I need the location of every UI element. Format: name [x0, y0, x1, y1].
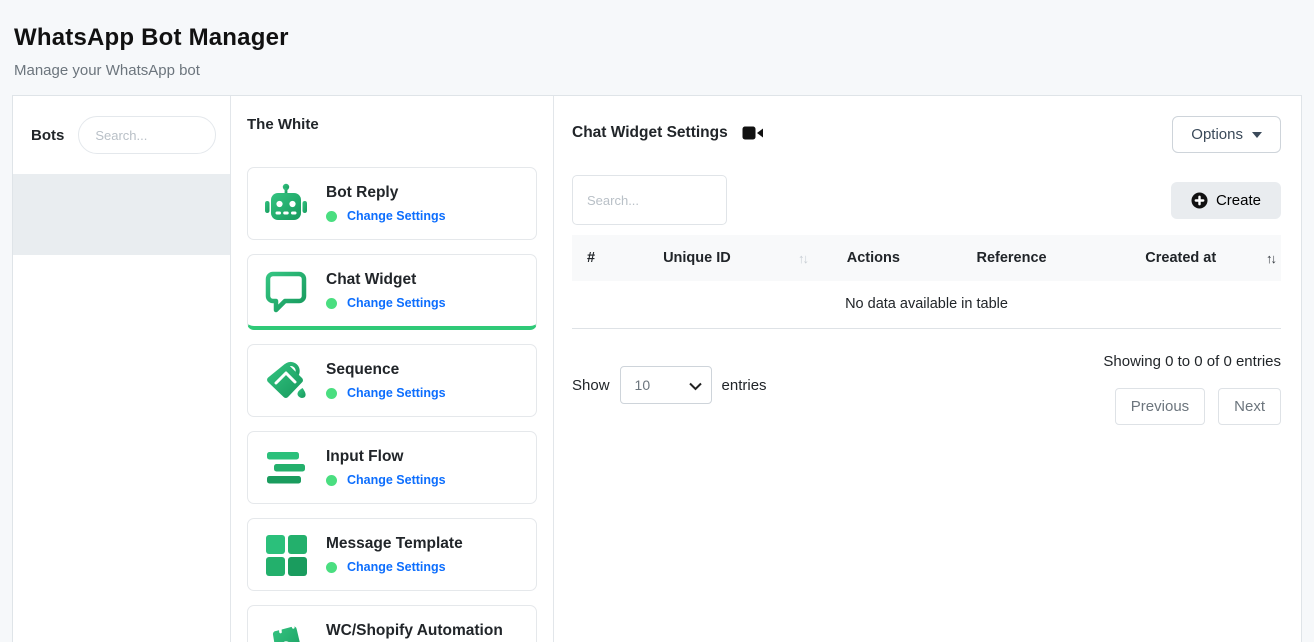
column-header-reference[interactable]: Reference [934, 250, 1090, 266]
table-header-row: # Unique ID ↑↓ Actions Reference Created… [572, 235, 1281, 281]
options-button-label: Options [1191, 126, 1243, 143]
sort-icon[interactable]: ↑↓ [798, 251, 807, 266]
status-dot-icon [326, 562, 337, 573]
menu-card-bot-reply[interactable]: Bot Reply Change Settings [247, 167, 537, 240]
menu-card-title: Bot Reply [326, 184, 446, 202]
change-settings-link[interactable]: Change Settings [347, 209, 446, 223]
robot-icon [262, 180, 310, 228]
status-dot-icon [326, 298, 337, 309]
menu-card-chat-widget[interactable]: Chat Widget Change Settings [247, 254, 537, 330]
change-settings-link[interactable]: Change Settings [347, 296, 446, 310]
menu-card-title: Input Flow [326, 448, 446, 466]
status-dot-icon [326, 388, 337, 399]
options-button[interactable]: Options [1172, 116, 1281, 153]
previous-page-button[interactable]: Previous [1115, 388, 1205, 425]
content-panel: Bots The White [12, 95, 1302, 642]
menu-card-title: Chat Widget [326, 271, 446, 289]
menu-card-message-template[interactable]: Message Template Change Settings [247, 518, 537, 591]
menu-card-title: Sequence [326, 361, 446, 379]
bot-menu-panel: The White Bot Reply [231, 96, 554, 642]
page-title: WhatsApp Bot Manager [14, 24, 1300, 52]
showing-entries-text: Showing 0 to 0 of 0 entries [1103, 345, 1281, 370]
column-header-created-at[interactable]: Created at ↑↓ [1090, 250, 1281, 266]
settings-title: Chat Widget Settings [572, 124, 728, 142]
bots-sidebar: Bots [13, 96, 231, 642]
entries-label: entries [722, 377, 767, 394]
menu-card-title: Message Template [326, 535, 463, 553]
menu-card-input-flow[interactable]: Input Flow Change Settings [247, 431, 537, 504]
bots-search-input[interactable] [78, 116, 216, 154]
next-page-button[interactable]: Next [1218, 388, 1281, 425]
selected-bot-name: The White [247, 116, 537, 133]
status-dot-icon [326, 211, 337, 222]
menu-card-wc-shopify-automation[interactable]: WC/Shopify Automation Change Settings [247, 605, 537, 642]
caret-down-icon [1252, 132, 1262, 138]
column-header-number[interactable]: # [572, 250, 657, 266]
settings-main-panel: Chat Widget Settings Options [554, 96, 1301, 642]
change-settings-link[interactable]: Change Settings [347, 560, 446, 574]
change-settings-link[interactable]: Change Settings [347, 473, 446, 487]
create-button-label: Create [1216, 192, 1261, 209]
create-button[interactable]: Create [1171, 182, 1281, 219]
video-camera-icon[interactable] [742, 125, 764, 141]
column-header-label: Created at [1096, 250, 1266, 266]
menu-card-title: WC/Shopify Automation [326, 622, 503, 640]
column-header-actions[interactable]: Actions [813, 250, 934, 266]
column-header-label: Unique ID [663, 250, 731, 266]
page-size-select[interactable]: 10 [620, 366, 712, 404]
bot-list-item-selected[interactable] [13, 174, 230, 255]
shopify-bag-icon [262, 618, 310, 642]
table-empty-message: No data available in table [572, 281, 1281, 329]
menu-card-sequence[interactable]: Sequence Change Settings [247, 344, 537, 417]
plus-circle-icon [1191, 192, 1208, 209]
table-search-input[interactable] [572, 175, 727, 225]
page-subtitle: Manage your WhatsApp bot [14, 62, 1300, 79]
grid-icon [262, 531, 310, 579]
show-label: Show [572, 377, 610, 394]
settings-table: # Unique ID ↑↓ Actions Reference Created… [572, 235, 1281, 329]
column-header-unique-id[interactable]: Unique ID ↑↓ [657, 250, 813, 266]
status-dot-icon [326, 475, 337, 486]
chat-bubble-icon [262, 267, 310, 315]
paint-bucket-icon [262, 357, 310, 405]
sort-icon[interactable]: ↑↓ [1266, 251, 1275, 266]
bots-panel-title: Bots [31, 127, 64, 144]
page-header: WhatsApp Bot Manager Manage your WhatsAp… [0, 0, 1314, 95]
input-bars-icon [262, 444, 310, 492]
change-settings-link[interactable]: Change Settings [347, 386, 446, 400]
